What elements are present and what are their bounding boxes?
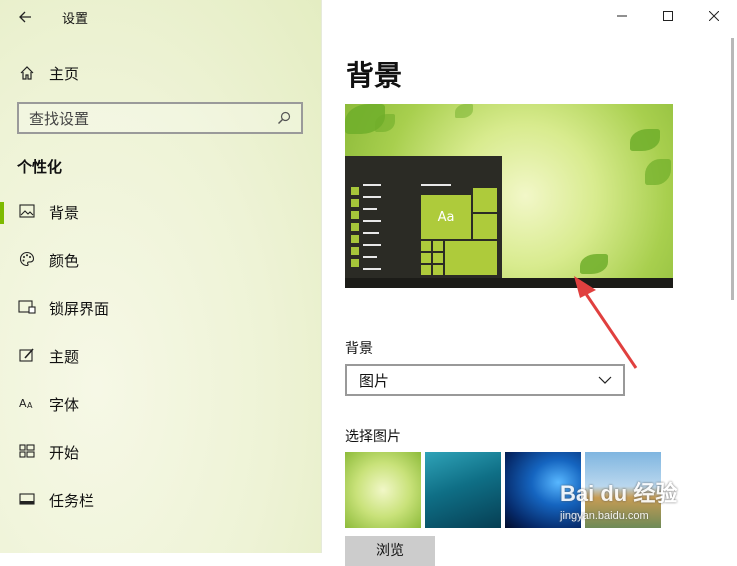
preview-tile: [421, 241, 431, 251]
sidebar-item-label: 颜色: [49, 252, 80, 270]
sidebar-item-colors[interactable]: 颜色: [0, 244, 321, 292]
sidebar-item-lock-screen[interactable]: 锁屏界面: [0, 292, 321, 340]
search-icon[interactable]: [275, 109, 293, 127]
watermark-main: Bai du 经验: [560, 481, 678, 506]
theme-brush-icon: [18, 346, 36, 364]
preview-tile: [445, 241, 497, 275]
leaf-decoration: [580, 254, 608, 274]
preview-list-square: [351, 211, 359, 219]
minimize-icon: [617, 15, 627, 17]
baidu-watermark: Bai du 经验 jingyan.baidu.com: [560, 476, 677, 522]
app-title: 设置: [62, 12, 89, 27]
preview-taskbar: [345, 278, 673, 288]
dropdown-value: 图片: [359, 371, 390, 390]
main-content: 背景 Aa 背景 图片 选择图片 浏览: [322, 0, 737, 566]
preview-list-line: [363, 220, 381, 222]
preview-tile: [433, 265, 443, 275]
home-icon: [18, 64, 36, 82]
preview-list-line: [363, 268, 381, 270]
lock-screen-icon: [18, 298, 36, 316]
sidebar-item-label: 主题: [49, 348, 80, 366]
background-type-dropdown[interactable]: 图片: [345, 364, 625, 396]
preview-list-line: [363, 184, 381, 186]
sidebar-item-label: 字体: [49, 396, 80, 414]
preview-list-line: [363, 256, 377, 258]
image-icon: [18, 202, 36, 220]
font-icon: AA: [18, 394, 36, 412]
sidebar-item-background[interactable]: 背景: [0, 196, 321, 244]
watermark-sub: jingyan.baidu.com: [560, 510, 649, 522]
preview-list-square: [351, 235, 359, 243]
preview-header-line: [421, 184, 451, 186]
page-title: 背景: [346, 59, 403, 92]
thumbnail-green-leaves[interactable]: [345, 452, 421, 528]
sidebar-item-themes[interactable]: 主题: [0, 340, 321, 388]
preview-tile: [473, 188, 497, 212]
preview-tile: [421, 265, 431, 275]
preview-list-square: [351, 199, 359, 207]
preview-start-menu: Aa: [345, 156, 502, 279]
preview-list-line: [363, 208, 377, 210]
preview-tile-aa: Aa: [421, 195, 471, 239]
svg-text:A: A: [19, 397, 27, 410]
preview-tile: [433, 241, 443, 251]
background-preview: Aa: [345, 104, 673, 288]
chevron-down-icon: [597, 376, 613, 384]
preview-list-square: [351, 187, 359, 195]
search-box[interactable]: 查找设置: [17, 102, 303, 134]
minimize-button[interactable]: [599, 0, 645, 32]
sidebar-item-start[interactable]: 开始: [0, 436, 321, 484]
window-controls: [599, 0, 737, 32]
preview-tile: [421, 253, 431, 263]
close-icon: [709, 11, 719, 21]
preview-list-line: [363, 196, 381, 198]
leaf-decoration: [375, 114, 395, 132]
preview-tile: [473, 214, 497, 239]
nav-list: 背景 颜色 锁屏界面 主题 AA 字体 开始 任务栏: [0, 196, 321, 532]
choose-picture-label: 选择图片: [345, 429, 401, 445]
sidebar-item-taskbar[interactable]: 任务栏: [0, 484, 321, 532]
sidebar-item-label: 锁屏界面: [49, 300, 110, 318]
preview-list-line: [363, 232, 379, 234]
preview-list-square: [351, 223, 359, 231]
svg-text:A: A: [27, 401, 33, 410]
sidebar-item-label: 任务栏: [49, 492, 95, 510]
close-button[interactable]: [691, 0, 737, 32]
maximize-button[interactable]: [645, 0, 691, 32]
preview-list-square: [351, 247, 359, 255]
palette-icon: [18, 250, 36, 268]
thumbnail-underwater[interactable]: [425, 452, 501, 528]
back-arrow-icon: [19, 11, 31, 23]
sidebar-item-label: 开始: [49, 444, 80, 462]
browse-button[interactable]: 浏览: [345, 536, 435, 566]
nav-home[interactable]: 主页: [0, 58, 321, 88]
preview-list-line: [363, 244, 381, 246]
preview-tile: [433, 253, 443, 263]
search-input[interactable]: 查找设置: [29, 108, 275, 129]
sidebar-item-label: 背景: [49, 204, 80, 222]
section-title: 个性化: [17, 158, 63, 176]
sidebar: 设置 主页 查找设置 个性化 背景 颜色 锁屏界面 主题 A A 字体 开始 任…: [0, 0, 322, 553]
background-type-label: 背景: [345, 341, 373, 357]
nav-home-label: 主页: [49, 64, 80, 83]
start-icon: [18, 442, 36, 460]
scrollbar[interactable]: [731, 38, 734, 300]
leaf-decoration: [630, 129, 660, 151]
preview-list-square: [351, 259, 359, 267]
taskbar-icon: [18, 490, 36, 508]
leaf-decoration: [645, 159, 671, 185]
back-button[interactable]: [10, 5, 40, 29]
maximize-icon: [663, 11, 673, 21]
leaf-decoration: [455, 104, 473, 118]
sidebar-item-fonts[interactable]: AA 字体: [0, 388, 321, 436]
